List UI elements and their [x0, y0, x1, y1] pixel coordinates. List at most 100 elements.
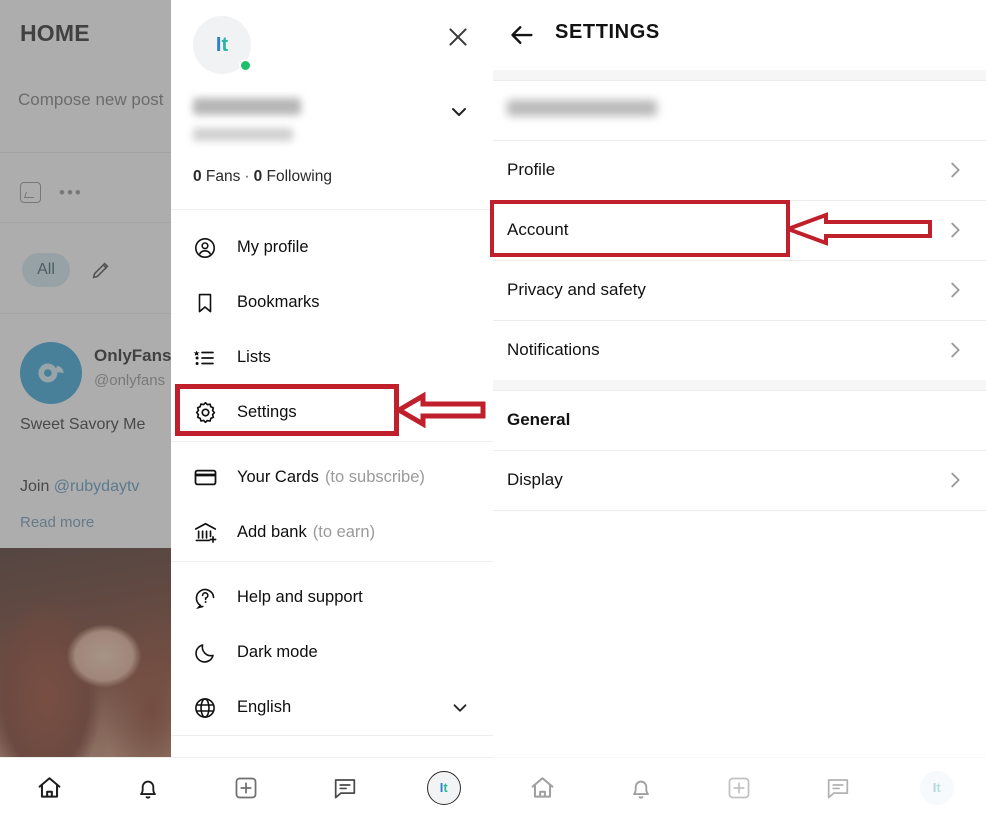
feed-filter-row: All: [22, 253, 112, 287]
drawer-item-dark-mode[interactable]: Dark mode: [171, 625, 493, 680]
fans-count: 0: [193, 168, 202, 185]
avatar-initials: It: [932, 780, 941, 795]
close-icon[interactable]: [445, 24, 471, 50]
bottom-nav-left: It: [0, 757, 493, 817]
settings-section-general: General: [493, 390, 986, 450]
drawer-item-add-bank[interactable]: Add bank (to earn): [171, 505, 493, 560]
post-join-line: Join @rubydaytv: [20, 478, 139, 496]
home-feed-pane: HOME Compose new post ••• All OnlyFans @…: [0, 0, 171, 757]
divider: [0, 152, 171, 153]
stat-separator: ·: [244, 168, 250, 185]
drawer-item-bookmarks[interactable]: Bookmarks: [171, 275, 493, 330]
avatar-initials: It: [439, 780, 448, 795]
drawer-item-language[interactable]: English: [171, 680, 493, 735]
filter-chip-all[interactable]: All: [22, 253, 70, 287]
left-pointing-arrow-settings: [397, 391, 486, 429]
app-root: HOME Compose new post ••• All OnlyFans @…: [0, 0, 986, 817]
read-more-link[interactable]: Read more: [20, 514, 94, 531]
drawer-item-my-profile[interactable]: My profile: [171, 220, 493, 275]
online-status-dot: [239, 59, 252, 72]
post-join-prefix: Join: [20, 478, 54, 495]
nav-messages[interactable]: [318, 766, 372, 810]
settings-row-label: Privacy and safety: [507, 280, 646, 299]
drawer-item-sublabel: (to subscribe): [324, 468, 425, 486]
compose-toolbar: •••: [20, 182, 83, 203]
fans-label: Fans: [201, 168, 241, 185]
nav-messages[interactable]: [811, 766, 865, 810]
chevron-down-icon[interactable]: [449, 697, 471, 719]
back-arrow-icon[interactable]: [507, 20, 537, 50]
drawer-item-lists[interactable]: Lists: [171, 330, 493, 385]
avatar[interactable]: It: [193, 16, 252, 74]
drawer-item-label: Add bank: [237, 523, 307, 541]
post-join-mention[interactable]: @rubydaytv: [54, 478, 140, 495]
nav-new-post[interactable]: [712, 766, 766, 810]
settings-section-label: General: [507, 410, 571, 429]
chevron-right-icon: [944, 469, 966, 491]
settings-row-profile[interactable]: Profile: [493, 140, 986, 200]
chevron-down-icon[interactable]: [447, 100, 471, 124]
settings-row-display[interactable]: Display: [493, 450, 986, 510]
drawer-item-label: Lists: [237, 348, 271, 366]
more-dots-icon[interactable]: •••: [59, 184, 83, 201]
drawer-item-label: Bookmarks: [237, 293, 320, 311]
settings-row-label: Notifications: [507, 340, 600, 359]
handle-redacted: [193, 128, 293, 141]
chevron-right-icon: [944, 339, 966, 361]
drawer-item-label: Help and support: [237, 588, 363, 606]
chevron-right-icon: [944, 279, 966, 301]
divider: [0, 313, 171, 314]
settings-screen: SETTINGS Profile Account Privacy and saf…: [493, 0, 986, 757]
help-circle-icon: [193, 586, 225, 610]
chevron-right-icon: [944, 219, 966, 241]
nav-notifications[interactable]: [614, 766, 668, 810]
nav-new-post[interactable]: [219, 766, 273, 810]
drawer-item-label: Settings: [237, 403, 297, 421]
post-author-handle: @onlyfans: [94, 372, 166, 389]
bottom-nav-right: It: [493, 757, 986, 817]
divider: [0, 222, 171, 223]
drawer-item-help-and-support[interactable]: Help and support: [171, 570, 493, 625]
divider: [493, 510, 986, 511]
settings-row-label: Display: [507, 470, 563, 489]
divider: [171, 735, 493, 736]
onlyfans-logo-icon: [20, 342, 82, 404]
compose-input[interactable]: Compose new post: [18, 90, 171, 110]
following-label: Following: [262, 168, 332, 185]
settings-header: SETTINGS: [493, 0, 986, 70]
moon-icon: [193, 641, 225, 665]
post-body-text: Sweet Savory Me: [20, 416, 146, 433]
account-name-redacted: [507, 100, 657, 116]
gear-icon: [193, 400, 225, 425]
divider: [171, 561, 493, 562]
divider: [493, 80, 986, 81]
nav-home[interactable]: [515, 766, 569, 810]
account-drawer: It 0 Fans · 0 Following My profile Bookm…: [171, 0, 493, 757]
fans-following-stats: 0 Fans · 0 Following: [193, 168, 332, 186]
settings-row-label: Profile: [507, 160, 556, 179]
settings-row-privacy-and-safety[interactable]: Privacy and safety: [493, 260, 986, 320]
divider: [171, 441, 493, 442]
username-redacted: [193, 98, 301, 115]
nav-profile[interactable]: It: [417, 766, 471, 810]
divider: [171, 209, 493, 210]
nav-notifications[interactable]: [121, 766, 175, 810]
settings-row-notifications[interactable]: Notifications: [493, 320, 986, 380]
avatar: It: [919, 770, 954, 805]
following-count: 0: [253, 168, 263, 185]
post-photo: [0, 548, 171, 757]
bank-add-icon: [193, 520, 225, 545]
settings-title: SETTINGS: [555, 21, 660, 43]
avatar-initials: It: [215, 33, 229, 56]
settings-row-label: Account: [507, 220, 569, 239]
post-author-name: OnlyFans: [94, 346, 171, 365]
pencil-icon[interactable]: [90, 259, 112, 281]
image-icon[interactable]: [20, 182, 41, 203]
globe-icon: [193, 696, 225, 720]
section-band: [493, 380, 986, 390]
nav-profile[interactable]: It: [910, 766, 964, 810]
nav-home[interactable]: [22, 766, 76, 810]
chevron-right-icon: [944, 159, 966, 181]
left-pointing-arrow-account: [786, 212, 932, 246]
drawer-item-your-cards[interactable]: Your Cards (to subscribe): [171, 450, 493, 505]
